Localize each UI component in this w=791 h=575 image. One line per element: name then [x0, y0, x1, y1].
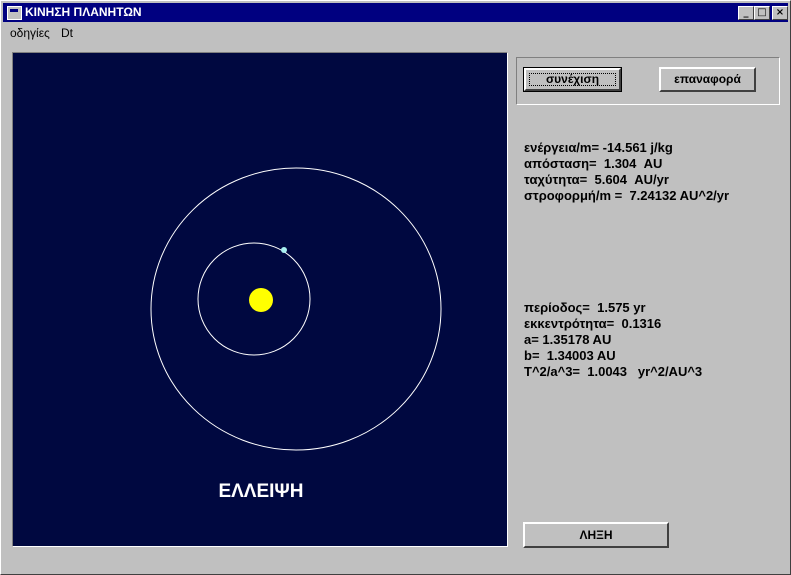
- planet: [281, 247, 287, 253]
- window-title: ΚΙΝΗΣΗ ΠΛΑΝΗΤΩΝ: [25, 5, 142, 19]
- end-button[interactable]: ΛΗΞΗ: [523, 522, 669, 548]
- maximize-button[interactable]: □: [754, 6, 770, 20]
- reset-button[interactable]: επαναφορά: [659, 67, 756, 92]
- simulation-canvas: ΕΛΛΕΙΨΗ: [12, 52, 508, 547]
- speed-readout: ταχύτητα= 5.604 AU/yr: [524, 172, 669, 187]
- outer-orbit: [150, 167, 442, 451]
- menu-dt[interactable]: Dt: [61, 26, 73, 40]
- kepler-ratio-readout: T^2/a^3= 1.0043 yr^2/AU^3: [524, 364, 703, 379]
- distance-readout: απόσταση= 1.304 AU: [524, 156, 663, 171]
- semi-major-axis-readout: a= 1.35178 AU: [524, 332, 612, 347]
- semi-minor-axis-readout: b= 1.34003 AU: [524, 348, 616, 363]
- period-readout: περίοδος= 1.575 yr: [524, 300, 646, 315]
- continue-button[interactable]: συνέχιση: [523, 67, 622, 92]
- angular-momentum-readout: στροφορμή/m = 7.24132 AU^2/yr: [524, 188, 730, 203]
- orbit-drawing: [150, 167, 442, 451]
- app-window: ΚΙΝΗΣΗ ΠΛΑΝΗΤΩΝ _ □ × οδηγίες Dt ΕΛΛΕΙΨΗ…: [0, 0, 791, 575]
- app-icon[interactable]: [7, 6, 22, 20]
- close-button[interactable]: ×: [772, 6, 788, 20]
- eccentricity-readout: εκκεντρότητα= 0.1316: [524, 316, 662, 331]
- menu-instructions[interactable]: οδηγίες: [10, 26, 50, 40]
- menu-bar: οδηγίες Dt: [3, 23, 788, 42]
- energy-readout: ενέργεια/m= -14.561 j/kg: [524, 140, 673, 155]
- focus-rect: [529, 73, 616, 86]
- title-bar[interactable]: ΚΙΝΗΣΗ ΠΛΑΝΗΤΩΝ _ □ ×: [3, 3, 788, 22]
- orbit-shape-label: ΕΛΛΕΙΨΗ: [218, 481, 304, 502]
- minimize-button[interactable]: _: [738, 6, 754, 20]
- sun: [249, 288, 273, 312]
